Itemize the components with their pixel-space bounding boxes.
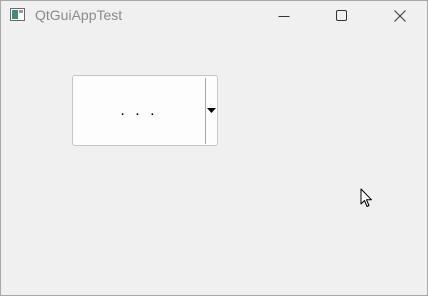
- close-button[interactable]: [371, 1, 428, 31]
- minimize-icon: [278, 16, 290, 17]
- close-icon: [394, 10, 406, 22]
- maximize-button[interactable]: [313, 1, 371, 31]
- mouse-pointer-icon: [360, 188, 372, 207]
- app-window: QtGuiAppTest . . .: [0, 0, 428, 296]
- window-title: QtGuiAppTest: [35, 7, 123, 23]
- minimize-button[interactable]: [255, 1, 313, 31]
- combo-current-value: . . .: [120, 101, 158, 119]
- combo-box[interactable]: . . .: [72, 75, 218, 146]
- combo-dropdown-button[interactable]: [206, 76, 217, 145]
- dropdown-arrow-icon: [207, 108, 216, 113]
- title-bar[interactable]: QtGuiAppTest: [1, 1, 427, 31]
- maximize-icon: [336, 10, 347, 21]
- app-window-icon: [10, 8, 25, 21]
